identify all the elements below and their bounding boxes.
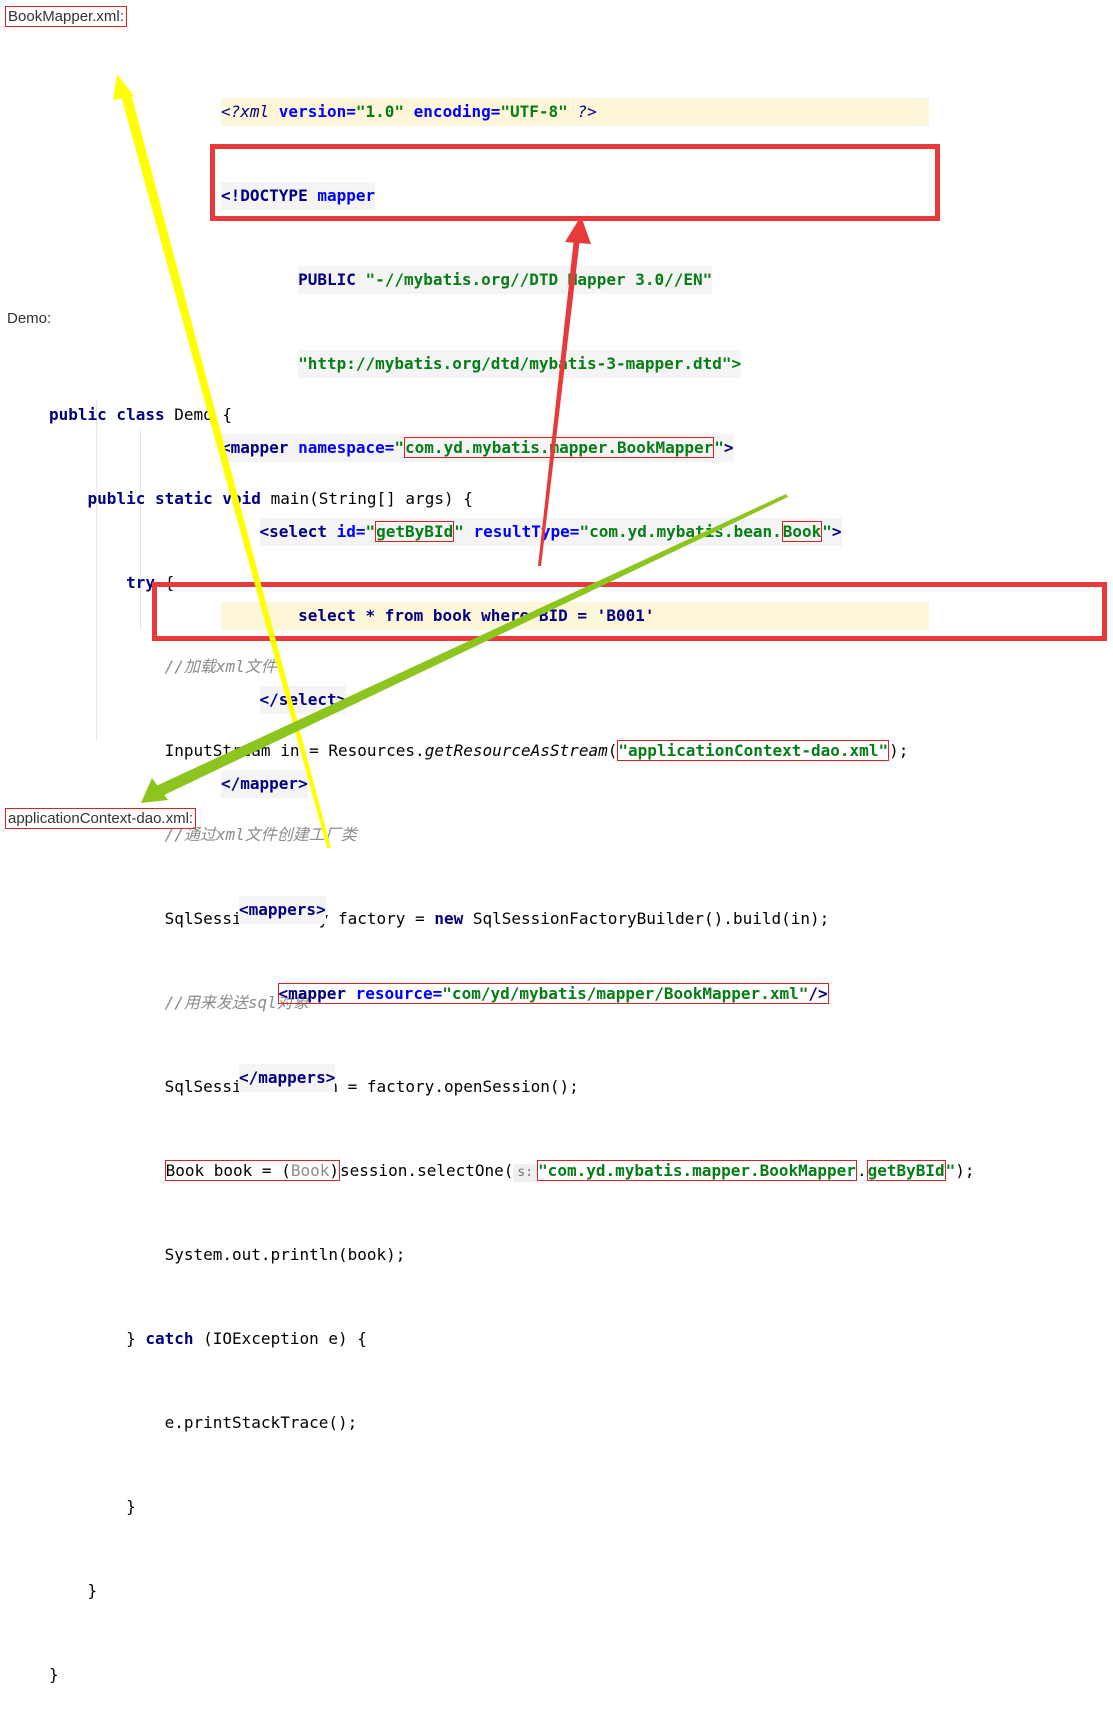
book-declaration: Book book = (Book) (164, 1160, 340, 1181)
arrows-overlay (113, 74, 788, 848)
red-arrow-head (565, 216, 591, 244)
param-hint: s: (513, 1164, 538, 1182)
yellow-arrow-head (113, 74, 134, 100)
statement-id: getByBId (866, 1160, 946, 1181)
statement-namespace: "com.yd.mybatis.mapper.BookMapper (537, 1160, 857, 1181)
yellow-arrow (120, 90, 331, 848)
red-arrow (538, 238, 580, 566)
green-arrow (156, 494, 788, 796)
mapper-resource-line: <mapper resource="com/yd/mybatis/mapper/… (277, 983, 829, 1004)
